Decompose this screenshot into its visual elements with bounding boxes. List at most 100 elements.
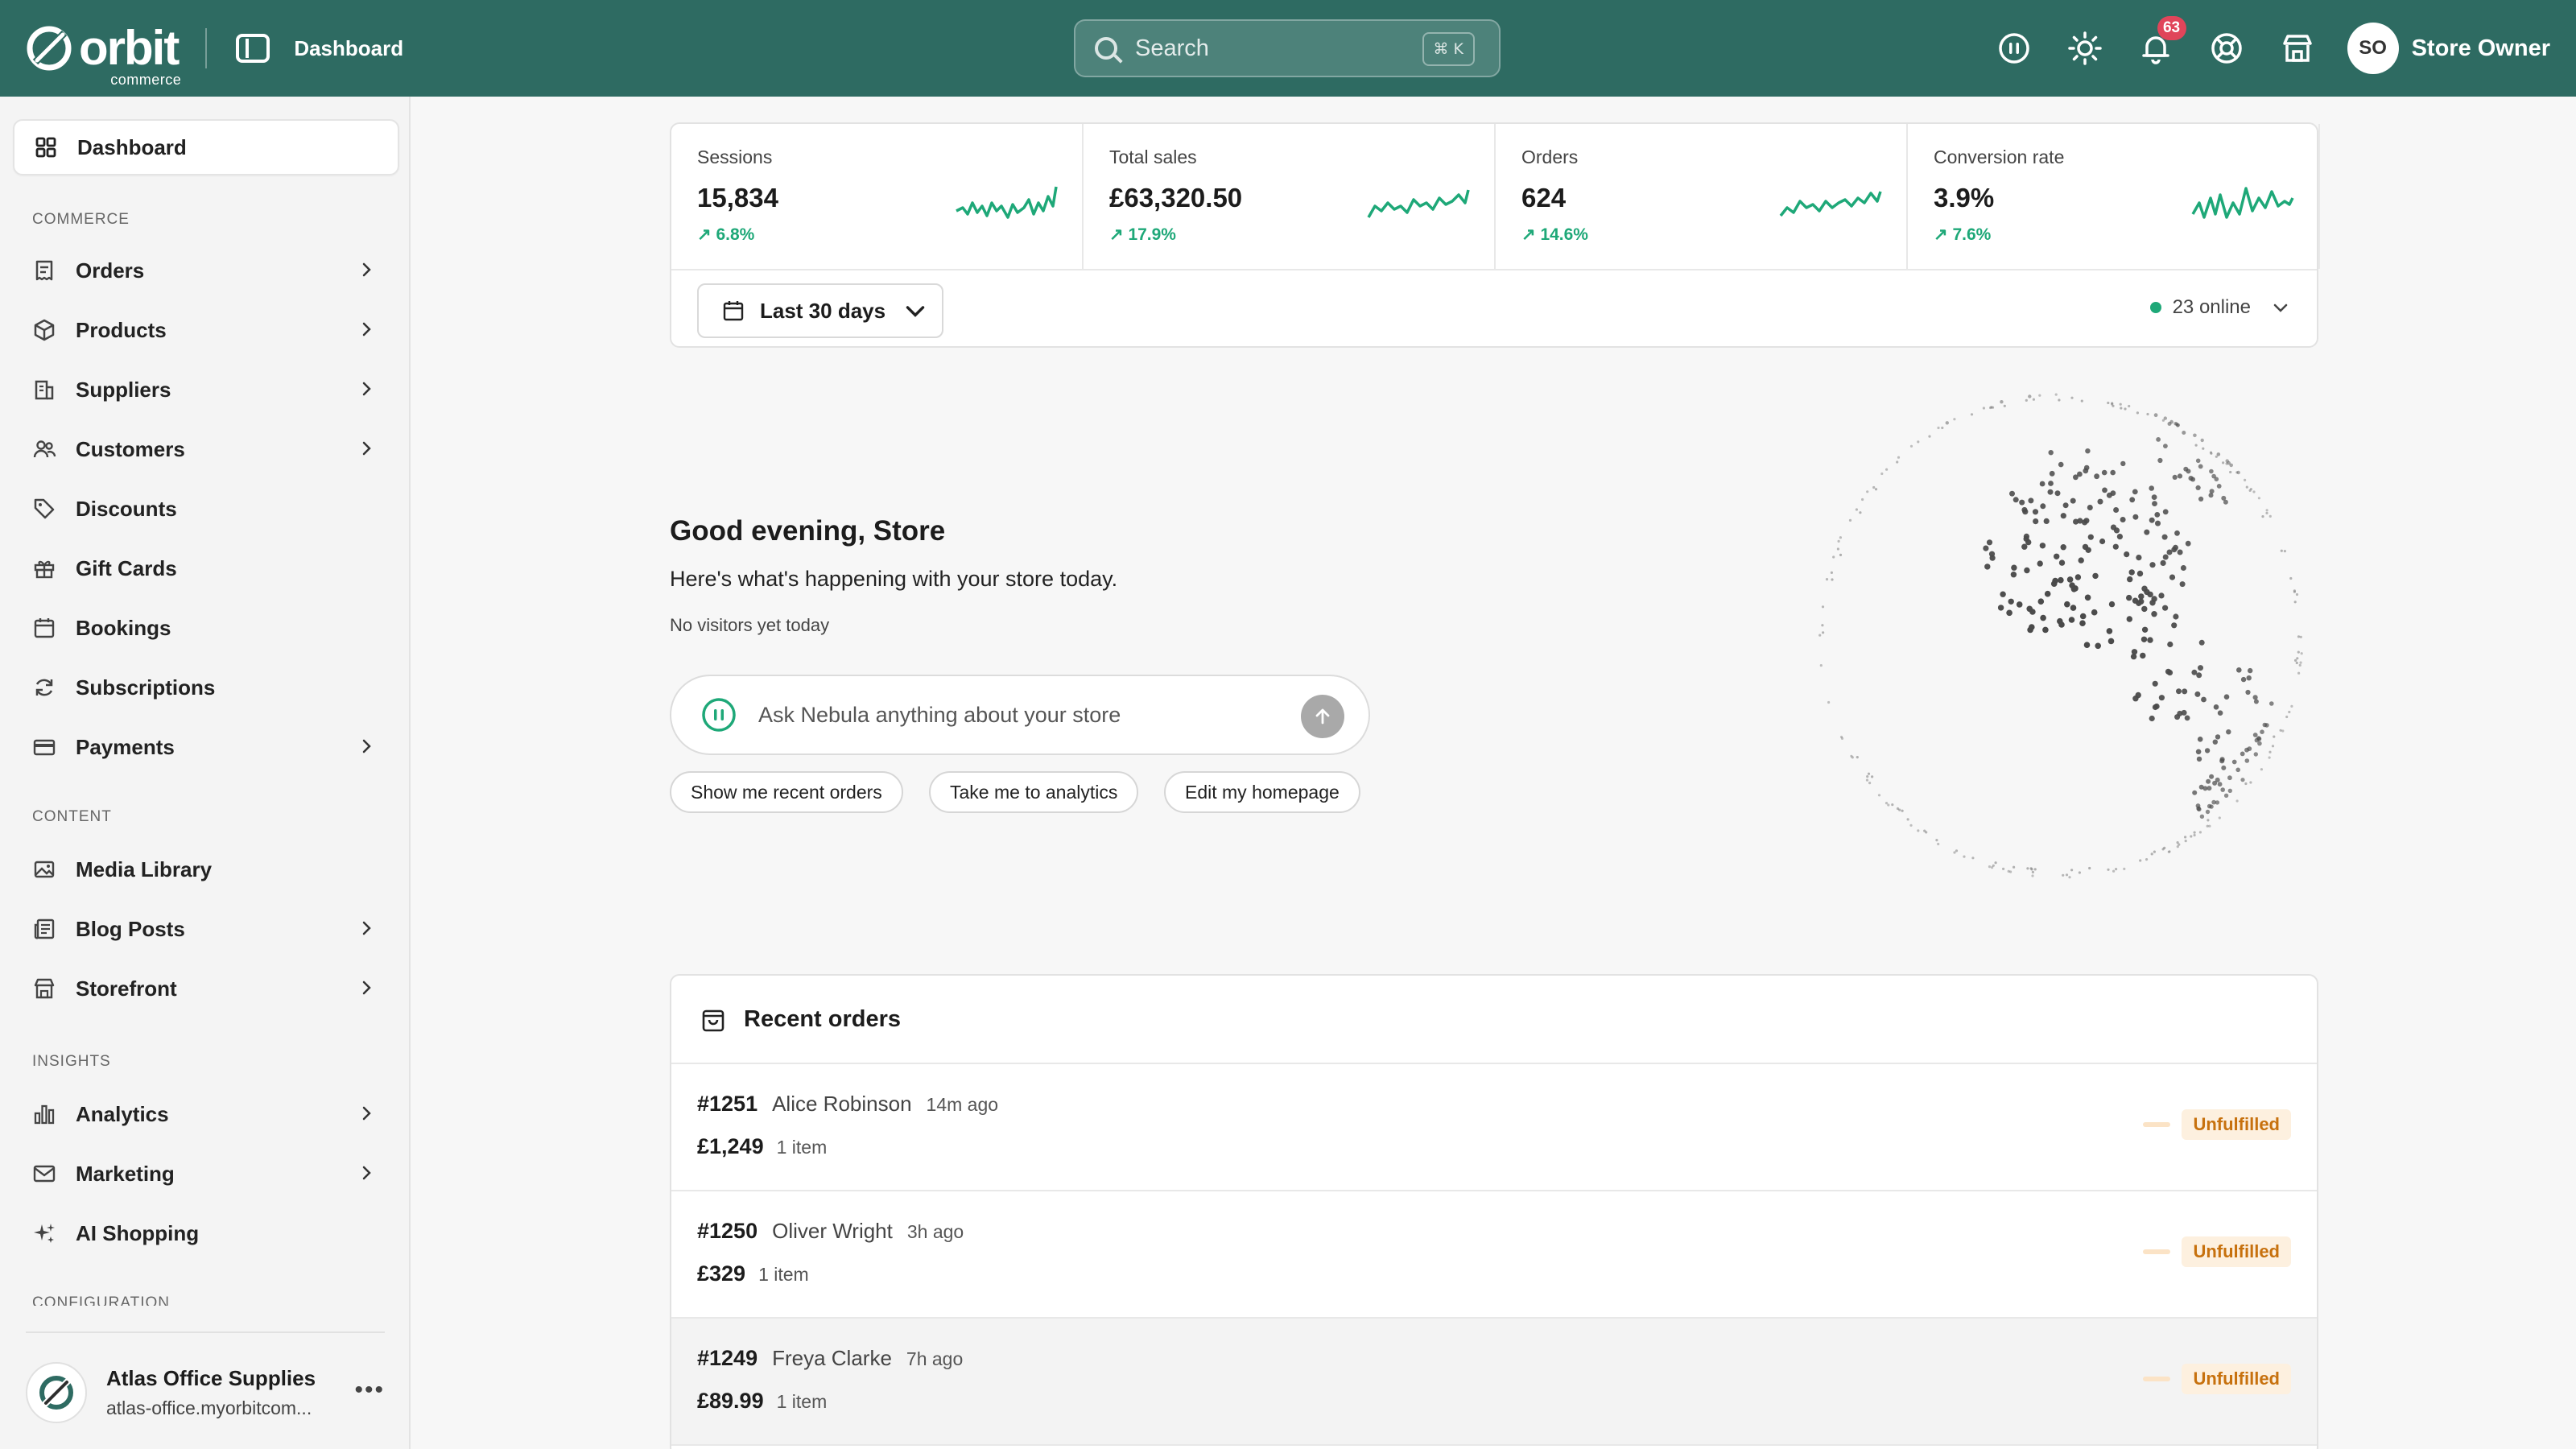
search-icon [1095, 37, 1117, 60]
sidebar-item-subscriptions[interactable]: Subscriptions [13, 662, 399, 713]
status-indicator [2143, 1377, 2171, 1381]
sidebar-item-dashboard[interactable]: Dashboard [13, 119, 399, 175]
gift-icon [32, 556, 56, 580]
sidebar-item-label: Marketing [76, 1161, 175, 1186]
sidebar-item-orders[interactable]: Orders [13, 245, 399, 296]
brand-logo[interactable]: orbit commerce [24, 21, 181, 87]
sidebar: Dashboard COMMERCE Orders Products Suppl… [0, 97, 411, 1449]
store-switcher[interactable]: Atlas Office Supplies atlas-office.myorb… [26, 1352, 396, 1433]
sidebar-item-label: Subscriptions [76, 675, 216, 700]
visitor-globe [1818, 393, 2303, 879]
sidebar-item-label: Payments [76, 734, 175, 759]
send-button[interactable] [1301, 695, 1344, 738]
sidebar-item-bookings[interactable]: Bookings [13, 602, 399, 654]
sparkline-chart [956, 186, 1058, 219]
store-icon [32, 976, 56, 1001]
chevron-right-icon [357, 380, 375, 398]
bar-chart-icon [32, 1102, 56, 1126]
nebula-icon [1998, 33, 2029, 64]
top-bar: orbit commerce Dashboard Search ⌘ K 63 S… [0, 0, 2576, 97]
help-button[interactable] [2207, 29, 2246, 68]
sidebar-item-label: Blog Posts [76, 916, 185, 941]
newspaper-icon [32, 917, 56, 941]
sidebar-item-analytics[interactable]: Analytics [13, 1088, 399, 1140]
online-visitors-toggle[interactable]: 23 online [2149, 296, 2289, 319]
page-title: Dashboard [294, 35, 404, 60]
sidebar-item-storefront[interactable]: Storefront [13, 963, 399, 1014]
search-input[interactable]: Search ⌘ K [1074, 19, 1501, 77]
sidebar-item-media-library[interactable]: Media Library [13, 844, 399, 895]
stats-card: Sessions 15,834 ↗ 6.8% Total sales £63,3… [670, 122, 2320, 348]
stats-divider [671, 269, 2317, 270]
sidebar-item-customers[interactable]: Customers [13, 423, 399, 475]
store-url: atlas-office.myorbitcom... [106, 1397, 312, 1418]
building-icon [32, 378, 56, 402]
order-items: 1 item [776, 1391, 828, 1412]
avatar: SO [2347, 23, 2399, 74]
store-logo [26, 1362, 87, 1423]
calendar-icon [32, 616, 56, 640]
users-icon [32, 437, 56, 461]
sidebar-item-suppliers[interactable]: Suppliers [13, 364, 399, 415]
credit-card-icon [32, 735, 56, 759]
sidebar-item-products[interactable]: Products [13, 304, 399, 356]
status-badge: Unfulfilled [2182, 1236, 2291, 1267]
nebula-assistant-button[interactable] [1995, 29, 2033, 68]
theme-toggle-button[interactable] [2066, 29, 2104, 68]
sidebar-item-ai-shopping[interactable]: AI Shopping [13, 1208, 399, 1259]
sidebar-item-payments[interactable]: Payments [13, 721, 399, 773]
chevron-right-icon [357, 261, 375, 279]
section-insights: INSIGHTS [32, 1053, 111, 1070]
section-content: CONTENT [32, 808, 112, 825]
search-placeholder: Search [1135, 35, 1209, 61]
box-icon [32, 318, 56, 342]
sidebar-item-marketing[interactable]: Marketing [13, 1148, 399, 1199]
image-icon [32, 857, 56, 881]
sidebar-item-blog-posts[interactable]: Blog Posts [13, 903, 399, 955]
order-row[interactable]: #1251 Alice Robinson 14m ago £1,249 1 it… [671, 1064, 2317, 1191]
status-badge: Unfulfilled [2182, 1109, 2291, 1140]
user-name: Store Owner [2411, 35, 2550, 61]
sidebar-item-gift-cards[interactable]: Gift Cards [13, 543, 399, 594]
order-customer: Freya Clarke [772, 1346, 892, 1370]
tag-icon [32, 497, 56, 521]
sidebar-divider [26, 1331, 385, 1333]
chevron-right-icon [357, 979, 375, 997]
ask-nebula-input[interactable]: Ask Nebula anything about your store [670, 675, 1370, 755]
date-range-button[interactable]: Last 30 days [697, 283, 943, 338]
user-menu[interactable]: SO Store Owner [2347, 23, 2550, 74]
order-time: 14m ago [926, 1094, 999, 1115]
order-row[interactable]: #1249 Freya Clarke 7h ago £89.99 1 item … [671, 1319, 2317, 1446]
sidebar-toggle-icon[interactable] [236, 34, 270, 63]
chevron-right-icon [357, 919, 375, 937]
sidebar-item-discounts[interactable]: Discounts [13, 483, 399, 535]
notifications-button[interactable]: 63 [2136, 16, 2186, 68]
order-row[interactable]: #1250 Oliver Wright 3h ago £329 1 item U… [671, 1191, 2317, 1319]
sidebar-item-label: Gift Cards [76, 555, 177, 580]
brand-name: orbit [79, 21, 180, 75]
sidebar-item-label: Dashboard [77, 134, 187, 159]
chevron-down-icon [906, 306, 925, 317]
online-count: 23 online [2172, 296, 2251, 318]
more-options-icon[interactable]: ••• [354, 1377, 385, 1404]
greeting-subtext: Here's what's happening with your store … [670, 567, 1118, 591]
suggestion-chip-edit-homepage[interactable]: Edit my homepage [1164, 771, 1360, 813]
status-indicator [2143, 1122, 2171, 1127]
storefront-button[interactable] [2278, 29, 2317, 68]
stat-sessions[interactable]: Sessions 15,834 ↗ 6.8% [671, 124, 1084, 269]
order-items: 1 item [776, 1137, 828, 1158]
sidebar-item-label: Orders [76, 258, 145, 283]
stat-orders[interactable]: Orders 624 ↗ 14.6% [1496, 124, 1908, 269]
notification-badge: 63 [2157, 16, 2186, 40]
stat-total-sales[interactable]: Total sales £63,320.50 ↗ 17.9% [1084, 124, 1496, 269]
stat-label: Sessions [697, 147, 773, 167]
top-divider [205, 28, 208, 68]
suggestion-chip-recent-orders[interactable]: Show me recent orders [670, 771, 903, 813]
grid-icon [34, 135, 58, 159]
suggestion-chip-analytics[interactable]: Take me to analytics [929, 771, 1139, 813]
stat-conversion-rate[interactable]: Conversion rate 3.9% ↗ 7.6% [1908, 124, 2320, 269]
order-time: 7h ago [906, 1348, 964, 1369]
chevron-right-icon [357, 737, 375, 755]
visitors-status: No visitors yet today [670, 615, 830, 635]
receipt-icon [32, 258, 56, 283]
